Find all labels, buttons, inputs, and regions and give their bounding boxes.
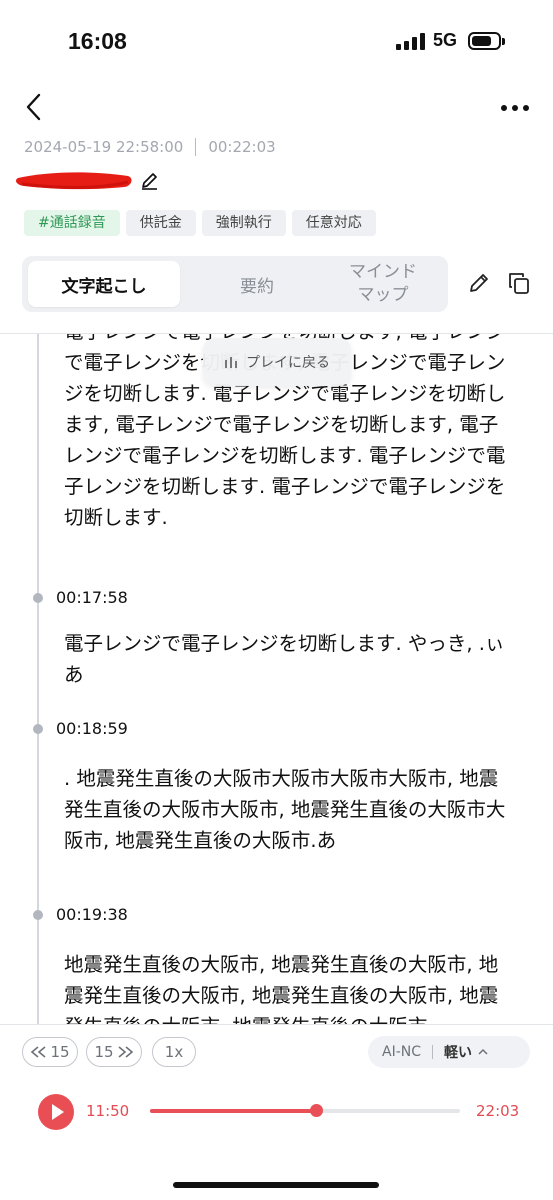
segment-timestamp[interactable]: 00:18:59 xyxy=(56,719,128,738)
timeline-dot xyxy=(33,910,43,920)
progress-knob[interactable] xyxy=(310,1104,324,1117)
segment-timestamp[interactable]: 00:17:58 xyxy=(56,588,128,607)
tab-mindmap-line1: マインド xyxy=(349,262,417,282)
transcript-area[interactable]: 電子レンジで電子レンジを切断します, 電子レンジで電子レンジを切断します, 電子… xyxy=(0,334,553,1024)
timeline-dot xyxy=(33,593,43,603)
playback-speed-button[interactable]: 1x xyxy=(152,1037,196,1067)
signal-icon xyxy=(396,32,426,50)
progress-fill xyxy=(150,1109,317,1113)
bar-chart-icon xyxy=(225,357,237,368)
tag-call-recording[interactable]: #通話録音 xyxy=(24,210,120,236)
play-icon xyxy=(52,1104,64,1120)
view-tabs: 文字起こし 要約 マインド マップ xyxy=(22,256,448,312)
play-button[interactable] xyxy=(38,1094,74,1130)
recording-meta: 2024-05-19 22:58:00 00:22:03 xyxy=(24,138,276,156)
status-time: 16:08 xyxy=(68,28,127,54)
segment-text: . 地震発生直後の大阪市大阪市大阪市大阪市, 地震発生直後の大阪市大阪市, 地震… xyxy=(64,767,506,852)
return-to-playback-label: プレイに戻る xyxy=(246,355,330,371)
noise-cancel-mode: 軽い xyxy=(444,1045,473,1061)
pencil-icon[interactable] xyxy=(140,170,160,190)
battery-icon xyxy=(468,32,505,50)
network-type: 5G xyxy=(433,30,458,50)
return-to-playback-button[interactable]: プレイに戻る xyxy=(203,338,351,386)
rewind-15-button[interactable]: 15 xyxy=(22,1037,78,1067)
more-horizontal-icon xyxy=(501,105,529,111)
pencil-icon xyxy=(470,274,488,292)
copy-button[interactable] xyxy=(506,270,532,296)
tag-deposit[interactable]: 供託金 xyxy=(125,210,196,236)
tab-transcript[interactable]: 文字起こし xyxy=(28,261,180,307)
timeline-dot xyxy=(33,724,43,734)
controls-divider xyxy=(0,1024,553,1025)
recording-duration: 00:22:03 xyxy=(208,138,276,156)
forward-15-button[interactable]: 15 xyxy=(86,1037,142,1067)
total-time: 22:03 xyxy=(476,1102,520,1120)
rewind-seconds: 15 xyxy=(50,1043,70,1061)
segment-text: 電子レンジで電子レンジを切断します. やっき, .ぃ あ xyxy=(64,632,505,686)
redacted-title xyxy=(16,172,132,190)
tab-summary[interactable]: 要約 xyxy=(184,261,330,307)
noise-cancel-selector[interactable]: AI-NC 軽い xyxy=(368,1036,530,1068)
tag-voluntary[interactable]: 任意対応 xyxy=(291,210,376,236)
segment-text: 地震発生直後の大阪市, 地震発生直後の大阪市, 地震発生直後の大阪市, 地震発生… xyxy=(64,953,499,1024)
chevron-left-icon xyxy=(26,93,41,121)
home-indicator xyxy=(173,1182,379,1188)
tag-enforcement[interactable]: 強制執行 xyxy=(201,210,286,236)
forward-seconds: 15 xyxy=(94,1043,114,1061)
edit-transcript-button[interactable] xyxy=(466,270,492,296)
segment-timestamp[interactable]: 00:19:38 xyxy=(56,905,128,924)
rewind-icon xyxy=(31,1046,46,1058)
recording-datetime: 2024-05-19 22:58:00 xyxy=(24,138,184,156)
fast-forward-icon xyxy=(118,1046,133,1058)
status-bar: 16:08 5G xyxy=(0,0,553,84)
meta-divider xyxy=(195,138,197,156)
timeline-line xyxy=(37,334,39,1024)
recording-title[interactable] xyxy=(16,166,157,196)
noise-cancel-divider xyxy=(432,1045,434,1059)
tab-mindmap[interactable]: マインド マップ xyxy=(328,261,438,307)
back-button[interactable] xyxy=(20,92,50,122)
current-time: 11:50 xyxy=(86,1102,130,1120)
copy-icon xyxy=(509,273,529,294)
more-button[interactable] xyxy=(498,96,532,120)
chevron-up-icon xyxy=(478,1048,488,1055)
tag-list: #通話録音 供託金 強制執行 任意対応 xyxy=(24,210,376,236)
playback-progress-bar[interactable] xyxy=(150,1104,460,1117)
tab-mindmap-line2: マップ xyxy=(357,285,409,305)
noise-cancel-label: AI-NC xyxy=(382,1044,422,1060)
